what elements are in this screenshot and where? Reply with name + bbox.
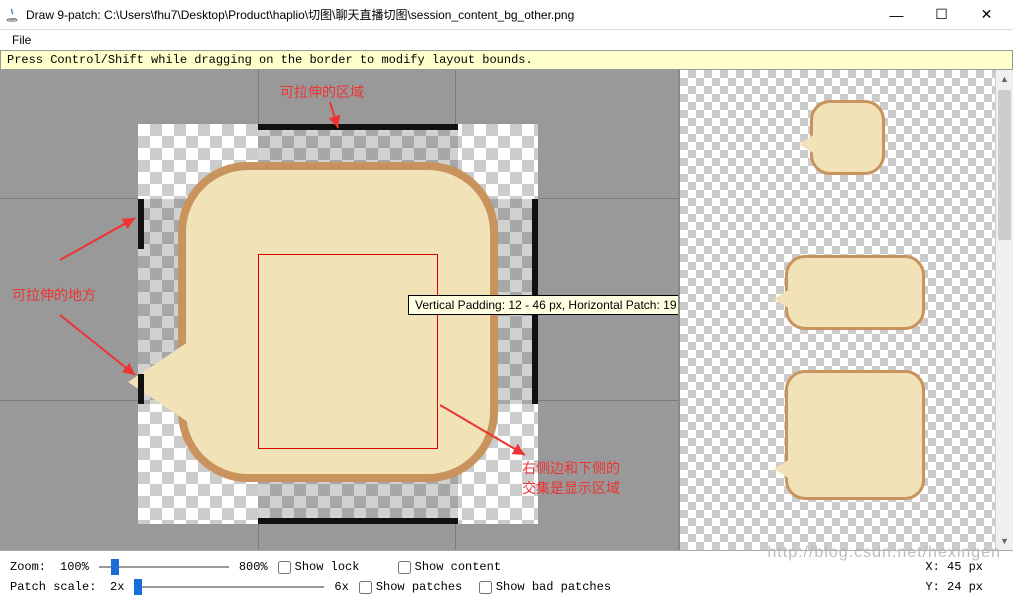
- zoom-max: 800%: [239, 560, 268, 574]
- java-icon: [4, 7, 20, 23]
- edit-pane[interactable]: 可拉伸的区域 可拉伸的地方 右侧边和下侧的 交集是显示区域 Vertical P…: [0, 70, 678, 550]
- window-buttons: — ☐ ✕: [874, 1, 1009, 29]
- stretch-mark-left-1[interactable]: [138, 199, 144, 249]
- sprite-canvas[interactable]: [138, 124, 538, 524]
- menubar: File: [0, 30, 1013, 50]
- annotation-left: 可拉伸的地方: [12, 285, 96, 305]
- stretch-mark-top[interactable]: [258, 124, 458, 130]
- annotation-bottom-2: 交集是显示区域: [522, 478, 620, 498]
- menu-file[interactable]: File: [6, 31, 37, 49]
- scroll-thumb[interactable]: [998, 90, 1011, 240]
- maximize-button[interactable]: ☐: [919, 1, 964, 29]
- zoom-label: Zoom:: [10, 560, 50, 574]
- scroll-up-icon[interactable]: ▲: [996, 70, 1013, 88]
- show-lock-checkbox[interactable]: Show lock: [278, 560, 388, 574]
- arrow-left1-icon: [50, 210, 150, 270]
- show-content-checkbox[interactable]: Show content: [398, 560, 508, 574]
- controls-bar: Zoom: 100% 800% Show lock Show content X…: [0, 550, 1013, 603]
- preview-scrollbar[interactable]: ▲ ▼: [995, 70, 1013, 550]
- minimize-button[interactable]: —: [874, 1, 919, 29]
- preview-pane: ▲ ▼: [678, 70, 1013, 550]
- preview-bubble-large: [785, 370, 925, 500]
- coord-x: X: 45 px: [925, 560, 1003, 574]
- annotation-top: 可拉伸的区域: [280, 82, 364, 102]
- titlebar: Draw 9-patch: C:\Users\fhu7\Desktop\Prod…: [0, 0, 1013, 30]
- preview-bubble-wide: [785, 255, 925, 330]
- hint-bar: Press Control/Shift while dragging on th…: [0, 50, 1013, 70]
- padding-mark-bottom[interactable]: [258, 518, 458, 524]
- preview-bubble-small: [810, 100, 885, 175]
- zoom-min: 100%: [60, 560, 89, 574]
- close-button[interactable]: ✕: [964, 1, 1009, 29]
- stretch-mark-left-2[interactable]: [138, 374, 144, 404]
- main-area: 可拉伸的区域 可拉伸的地方 右侧边和下侧的 交集是显示区域 Vertical P…: [0, 70, 1013, 550]
- content-box: [258, 254, 438, 449]
- scroll-down-icon[interactable]: ▼: [996, 532, 1013, 550]
- padding-tooltip: Vertical Padding: 12 - 46 px, Horizontal…: [408, 295, 678, 315]
- window-title: Draw 9-patch: C:\Users\fhu7\Desktop\Prod…: [26, 6, 874, 23]
- zoom-slider[interactable]: [99, 560, 229, 574]
- annotation-bottom-1: 右侧边和下侧的: [522, 458, 620, 478]
